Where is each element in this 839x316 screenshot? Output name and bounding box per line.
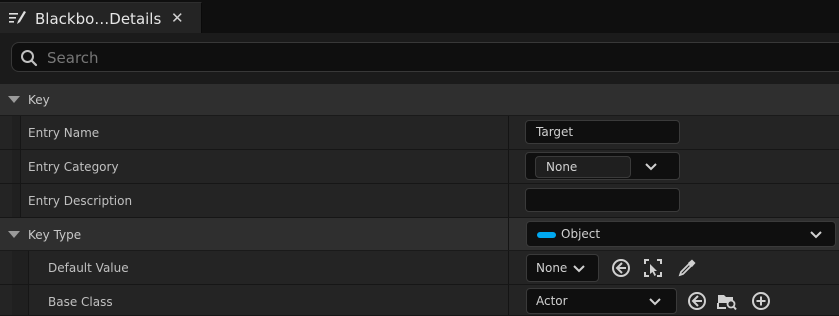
entry-category-value[interactable]: None bbox=[535, 156, 631, 178]
plus-circle-icon[interactable] bbox=[751, 291, 771, 311]
column-splitter[interactable] bbox=[508, 184, 509, 217]
column-splitter[interactable] bbox=[508, 150, 509, 183]
tab-bar: Blackbo…Details ✕ bbox=[0, 0, 839, 34]
chevron-down-icon[interactable] bbox=[809, 230, 823, 240]
folder-search-icon[interactable] bbox=[717, 291, 737, 311]
chevron-down-icon[interactable] bbox=[572, 264, 586, 274]
property-row-base-class: Base Class Actor bbox=[0, 285, 839, 316]
search-icon bbox=[21, 50, 38, 67]
base-class-label: Base Class bbox=[48, 295, 113, 309]
collapse-triangle-icon[interactable] bbox=[8, 96, 20, 103]
column-splitter[interactable] bbox=[508, 285, 509, 315]
arrow-left-circle-icon[interactable] bbox=[611, 258, 631, 278]
tab-blackboard-details[interactable]: Blackbo…Details ✕ bbox=[0, 2, 202, 34]
category-key[interactable]: Key bbox=[0, 84, 839, 116]
default-value-value: None bbox=[536, 261, 568, 275]
column-splitter[interactable] bbox=[508, 218, 509, 250]
indent-guide bbox=[12, 116, 21, 149]
entry-description-field[interactable] bbox=[525, 188, 680, 212]
arrow-left-circle-icon[interactable] bbox=[687, 291, 707, 311]
entry-category-combo[interactable]: None bbox=[525, 152, 680, 180]
property-row-default-value: Default Value None bbox=[0, 251, 839, 285]
default-value-combo[interactable]: None bbox=[526, 254, 599, 282]
indent-guide bbox=[20, 285, 29, 315]
edit-list-icon bbox=[9, 11, 26, 24]
key-type-value: Object bbox=[561, 227, 601, 241]
chevron-down-icon[interactable] bbox=[644, 162, 658, 172]
entry-name-field[interactable]: Target bbox=[525, 120, 680, 144]
eyedropper-icon[interactable] bbox=[677, 258, 697, 278]
column-splitter[interactable] bbox=[508, 251, 509, 284]
object-type-pill-icon bbox=[537, 232, 556, 238]
base-class-value: Actor bbox=[536, 294, 568, 308]
tab-close-button[interactable]: ✕ bbox=[171, 9, 184, 27]
property-row-entry-category: Entry Category None bbox=[0, 150, 839, 184]
indent-guide bbox=[20, 251, 29, 284]
chevron-down-icon[interactable] bbox=[648, 297, 662, 307]
category-key-type[interactable]: Key Type Object bbox=[0, 218, 839, 251]
property-row-entry-description: Entry Description bbox=[0, 184, 839, 218]
category-key-type-label: Key Type bbox=[28, 228, 82, 242]
column-splitter[interactable] bbox=[508, 116, 509, 149]
entry-name-label: Entry Name bbox=[28, 126, 100, 140]
collapse-triangle-icon[interactable] bbox=[8, 231, 20, 238]
search-box[interactable] bbox=[11, 42, 839, 72]
browse-select-icon[interactable] bbox=[643, 258, 663, 278]
indent-guide bbox=[12, 150, 21, 183]
property-row-entry-name: Entry Name Target bbox=[0, 116, 839, 150]
entry-category-label: Entry Category bbox=[28, 160, 119, 174]
default-value-label: Default Value bbox=[48, 261, 129, 275]
key-type-combo[interactable]: Object bbox=[526, 221, 836, 247]
tab-title: Blackbo…Details bbox=[35, 10, 162, 28]
entry-description-label: Entry Description bbox=[28, 194, 133, 208]
indent-guide bbox=[12, 184, 21, 217]
category-key-label: Key bbox=[28, 93, 50, 107]
details-panel: Key Entry Name Target Entry Category Non… bbox=[0, 33, 839, 316]
base-class-combo[interactable]: Actor bbox=[526, 288, 677, 314]
search-input[interactable] bbox=[45, 46, 829, 70]
